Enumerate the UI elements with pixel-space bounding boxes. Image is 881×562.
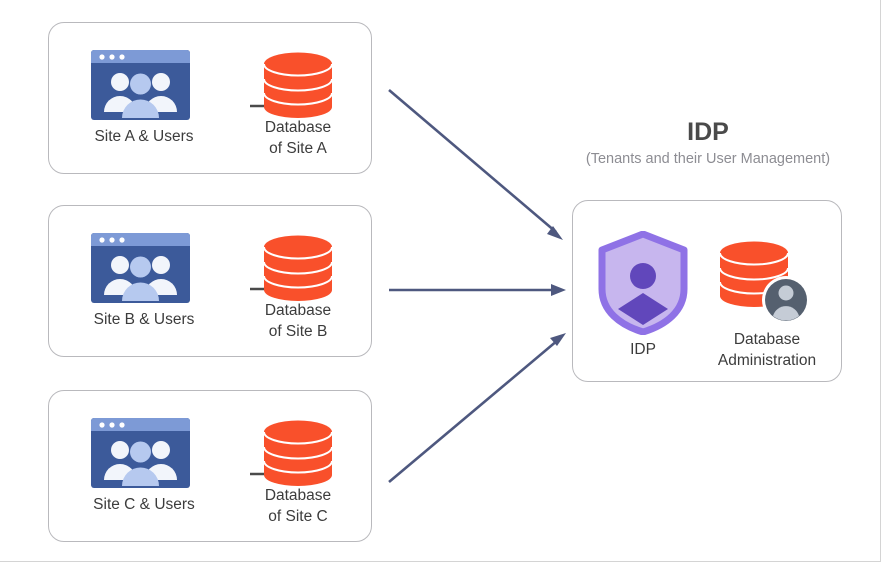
database-label-line2: of Site A <box>269 140 327 157</box>
database-label-line1: Database <box>264 302 332 319</box>
db-admin-label-line2: Administration <box>717 352 817 369</box>
arrow-diagonal-down-icon <box>388 89 563 240</box>
diagram-canvas: Site A & Users Database of Site A Site B… <box>0 0 881 562</box>
database-administration-label: Database Administration <box>693 329 841 371</box>
shield-user-icon <box>596 231 690 335</box>
site-group-a[interactable]: Site A & Users Database of Site A <box>48 22 372 174</box>
database-icon <box>261 48 335 123</box>
site-label: Site C & Users <box>93 496 195 513</box>
site-users-icon <box>91 233 190 303</box>
database-label-line1: Database <box>264 487 332 504</box>
idp-heading: IDP (Tenants and their User Management) <box>568 117 848 168</box>
arrow-diagonal-up-icon <box>388 333 566 483</box>
arrow-right-icon <box>389 284 566 296</box>
site-group-b[interactable]: Site B & Users Database of Site B <box>48 205 372 357</box>
db-admin-label-line1: Database <box>733 331 801 348</box>
site-group-c[interactable]: Site C & Users Database of Site C <box>48 390 372 542</box>
database-label: Database of Site A <box>227 117 369 159</box>
site-label: Site B & Users <box>93 311 195 328</box>
database-label: Database of Site B <box>227 300 369 342</box>
idp-group[interactable]: IDP Database Administration <box>572 200 842 382</box>
idp-inner-label: IDP <box>630 341 656 358</box>
site-users-icon <box>91 50 190 120</box>
database-label: Database of Site C <box>227 485 369 527</box>
database-icon <box>261 231 335 306</box>
database-admin-icon <box>717 237 815 327</box>
database-label-line2: of Site B <box>268 323 328 340</box>
page-subtitle: (Tenants and their User Management) <box>585 151 831 167</box>
site-users-icon <box>91 418 190 488</box>
database-label-line1: Database <box>264 119 332 136</box>
database-icon <box>261 416 335 491</box>
page-title: IDP <box>687 118 729 146</box>
database-label-line2: of Site C <box>268 508 328 525</box>
site-label: Site A & Users <box>94 128 194 145</box>
